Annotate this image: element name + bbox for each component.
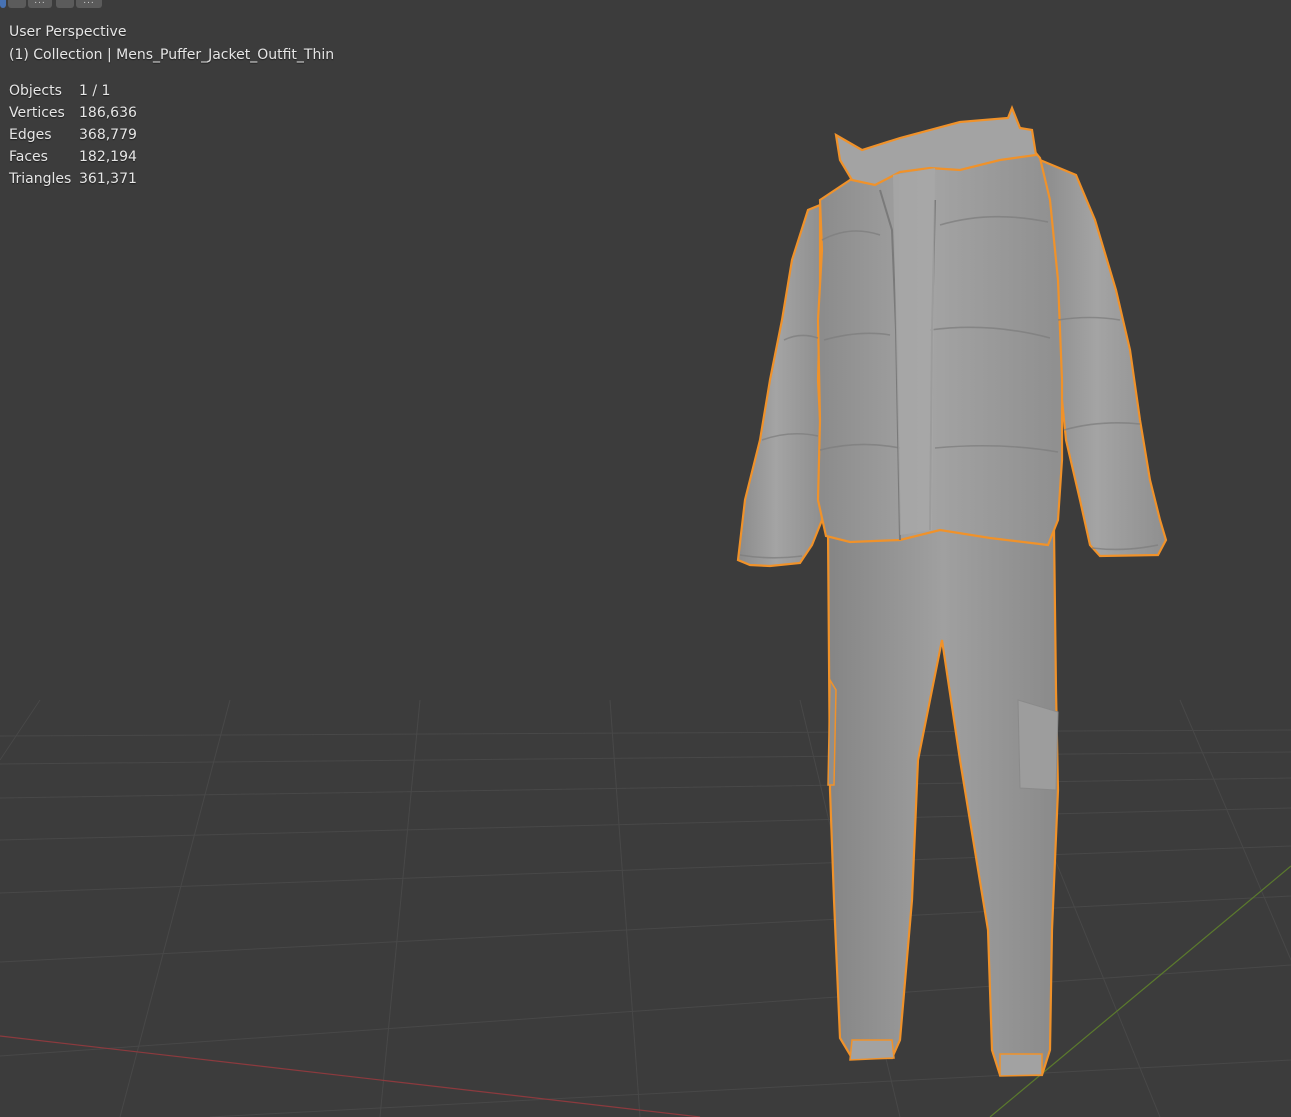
side-pocket (827, 677, 837, 786)
stat-label: Objects (9, 83, 62, 99)
stat-value: 361,371 (79, 171, 137, 187)
collection-label: (1) Collection | Mens_Puffer_Jacket_Outf… (9, 47, 335, 63)
left-cuff (849, 1039, 895, 1061)
floor-grid (0, 699, 1291, 1117)
inner-shirt (893, 168, 935, 535)
transform-icon[interactable] (56, 0, 74, 8)
overflow-glyph: ... (83, 0, 95, 6)
left-sleeve (736, 203, 824, 568)
view-name-label: User Perspective (9, 24, 127, 40)
outfit-mesh[interactable] (736, 105, 1168, 1077)
stat-label: Edges (9, 127, 52, 143)
stat-value: 186,636 (79, 105, 137, 121)
viewport-header-widgets: ... ... (0, 0, 104, 9)
stat-label: Triangles (9, 171, 72, 187)
stat-label: Faces (9, 149, 48, 165)
select-box-icon[interactable] (8, 0, 26, 8)
right-cuff (999, 1053, 1043, 1077)
stat-label: Vertices (9, 105, 65, 121)
stat-value: 1 / 1 (79, 83, 111, 99)
selection-mode-icon[interactable] (0, 0, 6, 8)
overflow-menu-button-2[interactable]: ... (76, 0, 102, 8)
cargo-pocket (1017, 699, 1059, 791)
overflow-menu-button[interactable]: ... (28, 0, 52, 8)
3d-viewport[interactable]: ... ... User Perspective (1) Collection … (0, 0, 1291, 1117)
stat-value: 368,779 (79, 127, 137, 143)
overflow-glyph: ... (34, 0, 46, 6)
viewport-scene (0, 105, 1291, 1117)
stat-value: 182,194 (79, 149, 137, 165)
x-axis-line (0, 1035, 701, 1117)
pants-mesh (826, 528, 1060, 1077)
